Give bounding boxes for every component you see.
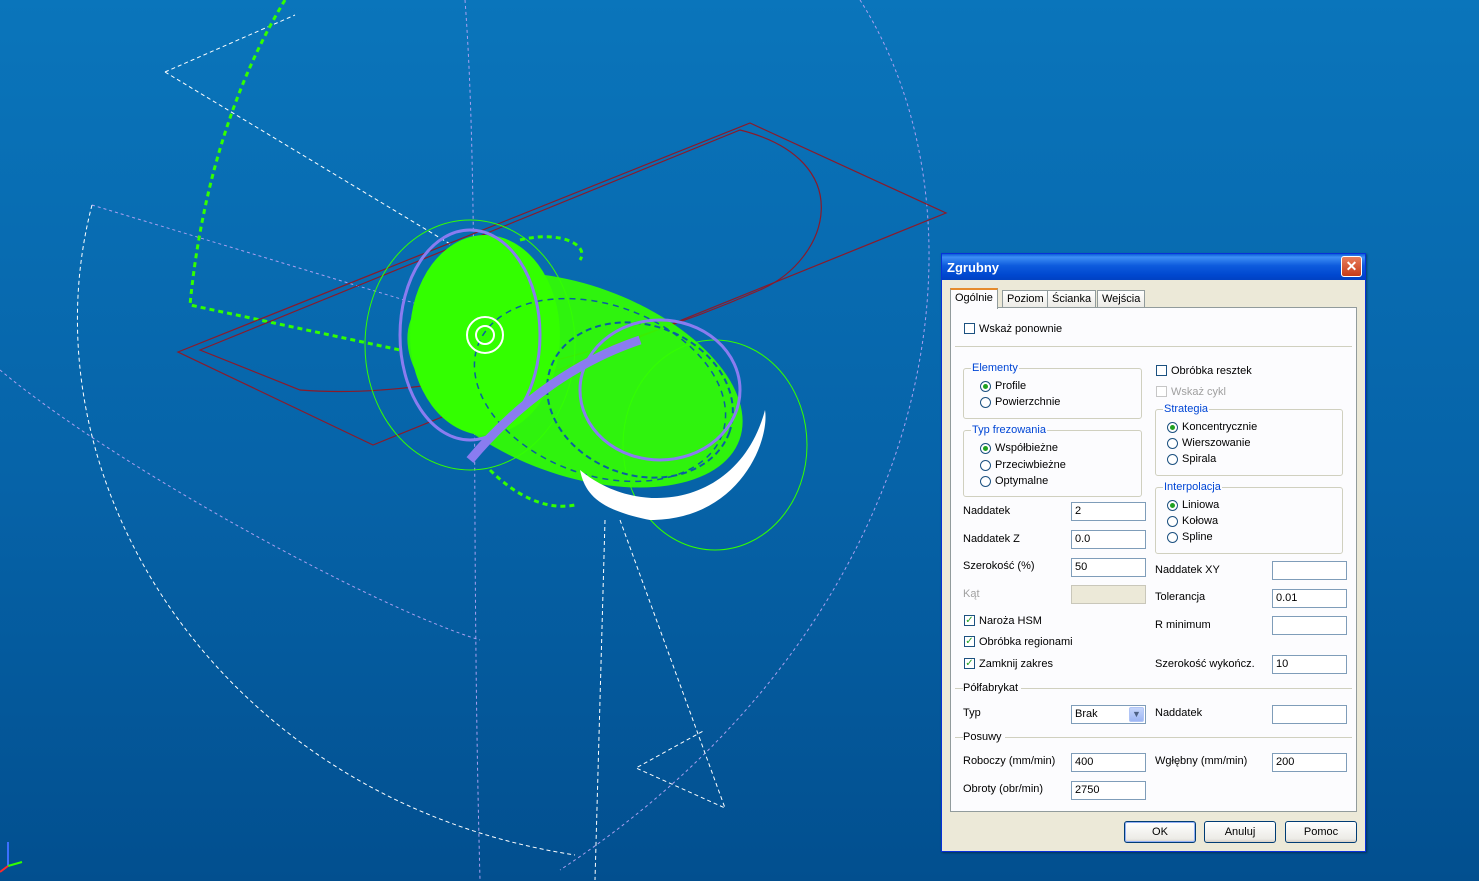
obrobka-regionami-label: Obróbka regionami: [979, 636, 1073, 648]
help-button[interactable]: Pomoc: [1285, 821, 1357, 843]
radio-optymalne[interactable]: [980, 476, 991, 487]
radio-spline-label: Spline: [1182, 531, 1213, 543]
wskaz-cykl-label: Wskaż cykl: [1171, 386, 1226, 398]
r-minimum-label: R minimum: [1155, 619, 1211, 631]
radio-koncentrycznie[interactable]: [1167, 422, 1178, 433]
naddatek-z-label: Naddatek Z: [963, 533, 1020, 545]
posuwy-section-label: Posuwy: [963, 731, 1005, 743]
naddatek-z-field[interactable]: 0.0: [1071, 530, 1146, 549]
tab-wejscia[interactable]: Wejścia: [1097, 290, 1146, 307]
radio-profile[interactable]: [980, 381, 991, 392]
polfabrykat-section-label: Półfabrykat: [963, 682, 1022, 694]
helper-line: [619, 519, 726, 809]
radio-spirala[interactable]: [1167, 454, 1178, 465]
polfabrykat-typ-select[interactable]: Brak ▼: [1071, 705, 1146, 724]
polfabrykat-typ-label: Typ: [963, 707, 981, 719]
separator: [955, 346, 1352, 347]
radio-profile-label: Profile: [995, 380, 1027, 392]
radio-spirala-label: Spirala: [1182, 453, 1217, 465]
radio-powierzchnie[interactable]: [980, 397, 991, 408]
radio-wierszowanie-label: Wierszowanie: [1182, 437, 1251, 449]
dialog-title: Zgrubny: [947, 260, 999, 275]
naddatek-xy-label: Naddatek XY: [1155, 564, 1220, 576]
tab-ogolnie[interactable]: Ogólnie: [950, 288, 998, 309]
tab-poziom[interactable]: Poziom: [1002, 290, 1049, 307]
szerokosc-field[interactable]: 50: [1071, 558, 1146, 577]
naddatek-field[interactable]: 2: [1071, 502, 1146, 521]
r-minimum-field[interactable]: [1272, 616, 1347, 635]
naroza-hsm-checkbox[interactable]: ✓: [964, 615, 975, 626]
zamknij-zakres-checkbox[interactable]: ✓: [964, 658, 975, 669]
group-interpolacja: Interpolacja Liniowa Kołowa Spline: [1155, 481, 1343, 554]
radio-przeciwbiezne[interactable]: [980, 460, 991, 471]
group-typ-frezowania: Typ frezowania Współbieżne Przeciwbieżne…: [963, 424, 1142, 497]
helper-line: [594, 519, 606, 881]
group-strategia-legend: Strategia: [1163, 403, 1210, 415]
radio-wierszowanie[interactable]: [1167, 438, 1178, 449]
radio-przeciwbiezne-label: Przeciwbieżne: [995, 459, 1066, 471]
radio-wspolbiezne-label: Współbieżne: [995, 442, 1058, 454]
radio-powierzchnie-label: Powierzchnie: [995, 396, 1061, 408]
radio-koncentrycznie-label: Koncentrycznie: [1182, 421, 1258, 433]
group-typ-frezowania-legend: Typ frezowania: [971, 424, 1047, 436]
radio-wspolbiezne[interactable]: [980, 443, 991, 454]
polfabrykat-typ-value: Brak: [1075, 708, 1098, 720]
radio-kolowa-label: Kołowa: [1182, 515, 1219, 527]
group-interpolacja-legend: Interpolacja: [1163, 481, 1222, 493]
group-strategia: Strategia Koncentrycznie Wierszowanie Sp…: [1155, 403, 1343, 476]
dialog-titlebar[interactable]: Zgrubny ✕: [942, 254, 1365, 280]
ok-button[interactable]: OK: [1124, 821, 1196, 843]
roboczy-label: Roboczy (mm/min): [963, 755, 1056, 767]
radio-liniowa[interactable]: [1167, 500, 1178, 511]
radio-liniowa-label: Liniowa: [1182, 499, 1220, 511]
helper-line: [164, 71, 461, 251]
group-elementy-legend: Elementy: [971, 362, 1019, 374]
naroza-hsm-label: Naroża HSM: [979, 615, 1042, 627]
kat-field[interactable]: [1071, 585, 1146, 604]
obrobka-regionami-checkbox[interactable]: ✓: [964, 636, 975, 647]
obroty-field[interactable]: 2750: [1071, 781, 1146, 800]
szerokosc-label: Szerokość (%): [963, 560, 1035, 572]
obroty-label: Obroty (obr/min): [963, 783, 1044, 795]
radio-kolowa[interactable]: [1167, 516, 1178, 527]
wglebny-label: Wgłębny (mm/min): [1155, 755, 1248, 767]
separator-posuwy: [955, 737, 1352, 738]
polfabrykat-naddatek-label: Naddatek: [1155, 707, 1203, 719]
green-contour: [188, 0, 401, 352]
group-elementy: Elementy Profile Powierzchnie: [963, 362, 1142, 419]
wskaz-ponownie-checkbox[interactable]: [964, 323, 975, 334]
kat-label: Kąt: [963, 588, 980, 600]
zgrubny-dialog: Zgrubny ✕ Ogólnie Poziom Ścianka Wejścia…: [941, 253, 1366, 852]
cancel-button[interactable]: Anuluj: [1204, 821, 1276, 843]
polfabrykat-naddatek-field[interactable]: [1272, 705, 1347, 724]
wskaz-ponownie-label: Wskaż ponownie: [979, 323, 1063, 335]
obrobka-resztek-checkbox[interactable]: [1156, 365, 1167, 376]
guide-arc: [0, 369, 481, 641]
zamknij-zakres-label: Zamknij zakres: [979, 658, 1053, 670]
tolerancja-label: Tolerancja: [1155, 591, 1206, 603]
radio-optymalne-label: Optymalne: [995, 475, 1049, 487]
axis-triad-icon: [0, 842, 23, 873]
szerokosc-wykoncz-label: Szerokość wykończ.: [1155, 658, 1255, 670]
tolerancja-field[interactable]: 0.01: [1272, 589, 1347, 608]
naddatek-label: Naddatek: [963, 505, 1011, 517]
szerokosc-wykoncz-field[interactable]: 10: [1272, 655, 1347, 674]
wglebny-field[interactable]: 200: [1272, 753, 1347, 772]
wskaz-cykl-checkbox[interactable]: [1156, 386, 1167, 397]
naddatek-xy-field[interactable]: [1272, 561, 1347, 580]
chevron-down-icon[interactable]: ▼: [1129, 707, 1144, 722]
obrobka-resztek-label: Obróbka resztek: [1171, 365, 1252, 377]
roboczy-field[interactable]: 400: [1071, 753, 1146, 772]
close-icon[interactable]: ✕: [1341, 256, 1362, 277]
tab-scianka[interactable]: Ścianka: [1047, 290, 1097, 307]
helper-line: [164, 14, 296, 73]
radio-spline[interactable]: [1167, 532, 1178, 543]
tab-panel-ogolnie: Wskaż ponownie Elementy Profile Powierzc…: [950, 307, 1357, 812]
